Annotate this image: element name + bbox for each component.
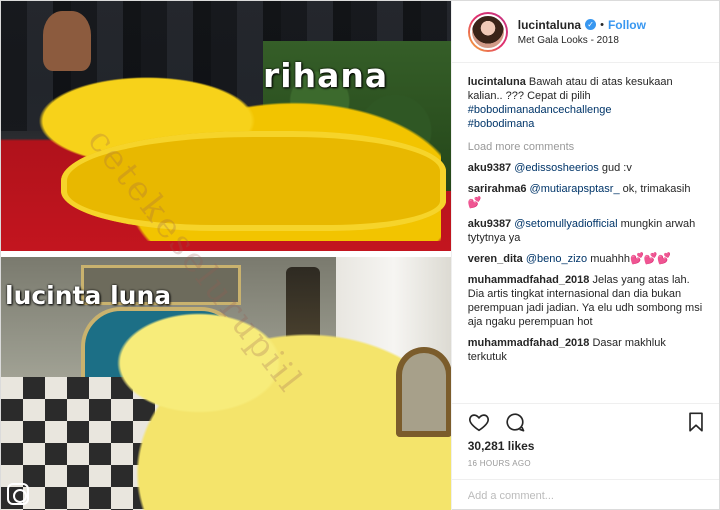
post-image[interactable]: rihana lucinta luna cetekeselurupiil <box>1 1 451 510</box>
ornate-mirror <box>396 347 451 437</box>
comment: muhammadfahad_2018 Jelas yang atas lah. … <box>468 273 707 329</box>
caption-username[interactable]: lucintaluna <box>468 76 526 88</box>
post-caption: lucintaluna Bawah atau di atas kesukaan … <box>468 75 707 131</box>
image-top-panel: rihana <box>1 1 451 251</box>
heart-emoji: 💕 <box>467 197 482 209</box>
comment-username[interactable]: aku9387 <box>468 218 511 230</box>
add-comment-bar <box>451 479 719 510</box>
comment-text: muahhh <box>587 253 630 265</box>
comment: aku9387 @setomullyadiofficial mungkin ar… <box>468 217 707 245</box>
instagram-logo-icon <box>7 483 29 505</box>
comment-username[interactable]: muhammadfahad_2018 <box>468 274 590 286</box>
label-rihana: rihana <box>263 56 389 95</box>
comment-username[interactable]: muhammadfahad_2018 <box>468 337 590 349</box>
comment-text: gud :v <box>598 162 632 174</box>
add-comment-input[interactable] <box>467 489 703 502</box>
comment-mention[interactable]: @beno_zizo <box>526 253 587 265</box>
comment-username[interactable]: veren_dita <box>468 253 523 265</box>
likes-count[interactable]: 30,281 likes <box>452 439 719 457</box>
follow-button[interactable]: Follow <box>608 18 646 32</box>
header-username[interactable]: lucintaluna <box>518 18 581 32</box>
hashtag-link[interactable]: #bobodimanadancechallenge <box>468 103 707 117</box>
figure-top <box>43 11 91 71</box>
comment-username[interactable]: aku9387 <box>468 162 511 174</box>
verified-icon: ✓ <box>585 19 597 30</box>
comment-bubble-icon[interactable] <box>504 411 526 433</box>
comment: veren_dita @beno_zizo muahhh💕💕💕 <box>468 252 707 266</box>
comment-username[interactable]: sarirahma6 <box>468 183 527 195</box>
comment-mention[interactable]: @edissosheerios <box>514 162 599 174</box>
comment: aku9387 @edissosheerios gud :v <box>468 161 707 175</box>
post-actions <box>451 403 719 439</box>
post-header: lucintaluna ✓ • Follow Met Gala Looks - … <box>451 1 719 63</box>
heart-emoji: 💕💕💕 <box>629 253 672 265</box>
comment-mention[interactable]: @setomullyadiofficial <box>514 218 617 230</box>
comment-text: ok, trimakasih <box>619 183 691 195</box>
avatar[interactable] <box>467 11 508 52</box>
load-more-comments[interactable]: Load more comments <box>468 141 707 153</box>
comment: muhammadfahad_2018 Dasar makhluk terkutu… <box>468 336 707 364</box>
heart-outline-icon[interactable] <box>468 411 490 433</box>
bookmark-icon[interactable] <box>685 411 707 433</box>
hashtag-link[interactable]: #bobodimana <box>468 117 707 131</box>
comment-mention[interactable]: @mutiarapsptasr_ <box>530 183 620 195</box>
location-link[interactable]: Met Gala Looks - 2018 <box>518 35 646 46</box>
separator-dot: • <box>600 18 604 31</box>
post-timestamp[interactable]: 16 HOURS AGO <box>452 457 719 479</box>
label-lucinta-luna: lucinta luna <box>5 281 172 310</box>
comments-section: lucintaluna Bawah atau di atas kesukaan … <box>452 63 719 403</box>
post-sidebar: lucintaluna ✓ • Follow Met Gala Looks - … <box>450 1 719 510</box>
instagram-post: rihana lucinta luna cetekeselurupiil luc… <box>0 0 720 510</box>
comment: sarirahma6 @mutiarapsptasr_ ok, trimakas… <box>468 182 707 210</box>
